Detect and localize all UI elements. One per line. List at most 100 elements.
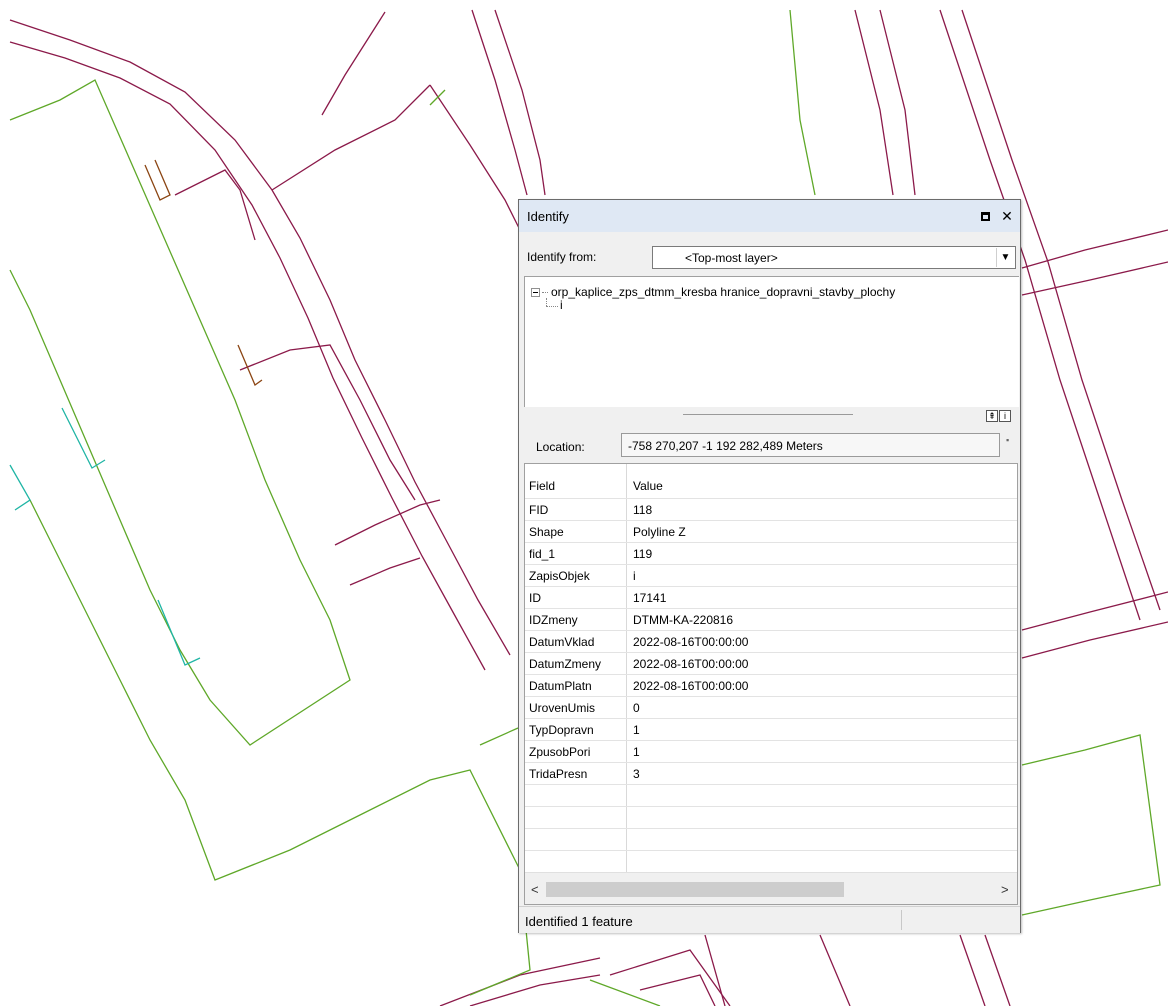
map-line [271,84,431,191]
field-name: FID [529,503,549,517]
table-row[interactable]: ZpusobPori 1 [525,740,1017,763]
close-icon: ✕ [1001,207,1013,224]
tree-layer-row[interactable]: orp_kaplice_zps_dtmm_kresba hranice_dopr… [531,285,895,299]
table-row[interactable]: DatumPlatn 2022-08-16T00:00:00 [525,674,1017,697]
field-value: DTMM-KA-220816 [633,613,734,627]
map-line [879,9,916,196]
map-line [429,84,526,241]
location-field[interactable]: -758 270,207 -1 192 282,489 Meters [621,433,1000,457]
scroll-thumb[interactable] [546,882,844,897]
map-line [959,934,986,1006]
tree-feature-label: i [560,298,563,312]
map-line [174,169,256,241]
tree-connector [546,306,558,307]
grid-header: Field Value [525,474,1017,498]
map-line [9,19,511,656]
field-name: DatumZmeny [529,657,602,671]
status-bar: Identified 1 feature [519,906,1020,933]
field-name: DatumVklad [529,635,595,649]
location-value: -758 270,207 -1 192 282,489 Meters [628,439,823,453]
table-row[interactable]: ZapisObjek i [525,564,1017,587]
map-feature [61,407,106,469]
map-line [469,974,601,1006]
field-value: 1 [633,723,640,737]
identify-window[interactable]: Identify ✕ Identify from: <Top-most laye… [518,199,1021,933]
map-boundary [1021,734,1161,916]
empty-row [525,828,1017,851]
dropdown-button[interactable]: ▼ [996,248,1014,267]
tree-connector [542,291,548,293]
table-row[interactable]: DatumZmeny 2022-08-16T00:00:00 [525,652,1017,675]
map-boundary [429,89,446,106]
table-row[interactable]: TypDopravn 1 [525,718,1017,741]
table-row[interactable]: Shape Polyline Z [525,520,1017,543]
status-divider [901,910,902,930]
field-name: Shape [529,525,564,539]
field-name: IDZmeny [529,613,578,627]
map-boundary [589,979,661,1006]
info-button[interactable]: i [999,410,1011,422]
location-label: Location: [536,440,585,454]
field-name: ID [529,591,541,605]
map-line [9,41,486,671]
map-feature [144,159,171,201]
close-button[interactable]: ✕ [998,207,1016,225]
empty-row [525,806,1017,829]
map-line [334,499,441,546]
window-title: Identify [527,208,569,224]
map-boundary [9,79,351,746]
status-text: Identified 1 feature [525,914,633,929]
table-row[interactable]: UrovenUmis 0 [525,696,1017,719]
title-bar[interactable]: Identify ✕ [519,200,1020,232]
map-line [639,974,716,1006]
horizontal-scrollbar[interactable]: < > [525,872,1017,904]
field-value: 0 [633,701,640,715]
field-value: 2022-08-16T00:00:00 [633,679,749,693]
scroll-left-icon[interactable]: < [531,882,539,897]
map-feature [157,599,201,666]
map-line [1021,621,1168,659]
map-line [349,557,421,586]
identify-from-label: Identify from: [527,250,597,264]
table-row[interactable]: FID 118 [525,498,1017,521]
map-line [819,934,851,1006]
scroll-right-icon[interactable]: > [1001,882,1009,897]
map-line [704,934,726,1006]
identify-from-select[interactable]: <Top-most layer> ▼ [652,246,1016,269]
field-value: 2022-08-16T00:00:00 [633,657,749,671]
map-line [1021,261,1168,296]
results-tree[interactable]: orp_kaplice_zps_dtmm_kresba hranice_dopr… [524,276,1019,407]
field-name: DatumPlatn [529,679,592,693]
table-row[interactable]: DatumVklad 2022-08-16T00:00:00 [525,630,1017,653]
map-line [471,9,528,196]
tree-feature-row[interactable]: i [543,298,565,312]
collapse-pane-button[interactable]: ⇞ [986,410,998,422]
location-menu-icon[interactable]: ▪ [1006,435,1009,445]
collapse-icon[interactable] [531,287,540,297]
header-value: Value [633,479,663,493]
table-row[interactable]: ID 17141 [525,586,1017,609]
table-row[interactable]: IDZmeny DTMM-KA-220816 [525,608,1017,631]
chevron-down-icon: ▼ [1000,252,1011,263]
map-boundary [479,727,519,746]
attribute-grid[interactable]: Field Value FID 118 Shape Polyline Zfid_1 11… [524,463,1018,905]
map-boundary [29,499,531,996]
map-line [239,344,416,501]
identify-from-value: <Top-most layer> [685,251,778,265]
table-row[interactable]: fid_1 119 [525,542,1017,565]
field-value: i [633,569,636,583]
map-boundary [789,9,816,196]
field-value: 119 [633,547,653,561]
tree-connector [546,298,547,306]
field-value: 2022-08-16T00:00:00 [633,635,749,649]
field-name: ZapisObjek [529,569,590,583]
empty-row [525,850,1017,873]
table-row[interactable]: TridaPresn 3 [525,762,1017,785]
map-feature [9,464,31,511]
header-field: Field [529,479,556,493]
maximize-button[interactable] [976,207,994,225]
field-value: Polyline Z [633,525,686,539]
field-name: fid_1 [529,547,556,561]
map-line [321,11,386,116]
pane-splitter[interactable] [683,414,853,415]
